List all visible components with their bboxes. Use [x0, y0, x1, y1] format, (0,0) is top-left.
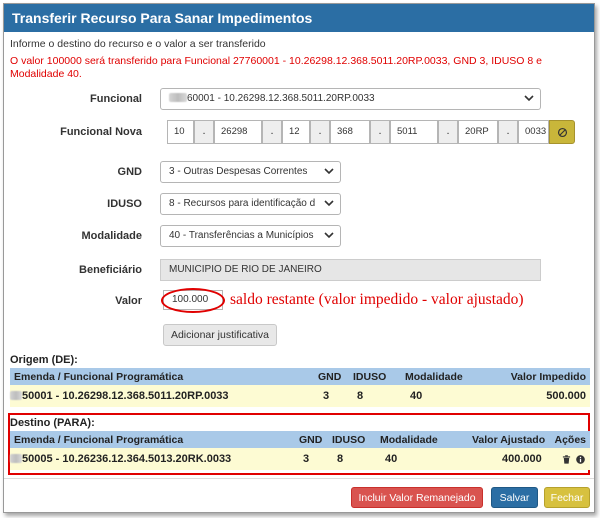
- segment-separator: .: [194, 120, 214, 144]
- col-valor-ajustado: Valor Ajustado: [472, 434, 546, 446]
- row-iduso: 8: [357, 390, 364, 402]
- iduso-select-value: 8 - Recursos para identificação d: [169, 198, 316, 209]
- add-justification-button[interactable]: Adicionar justificativa: [163, 324, 277, 346]
- col-iduso: IDUSO: [332, 434, 366, 446]
- add-remanejado-button[interactable]: Incluir Valor Remanejado: [351, 487, 483, 508]
- col-gnd: GND: [299, 434, 323, 446]
- funcional-nova-segment-6[interactable]: 20RP: [458, 120, 498, 144]
- funcional-nova-segment-2[interactable]: 26298: [214, 120, 262, 144]
- col-acoes: Ações: [554, 434, 586, 446]
- beneficiario-field: MUNICIPIO DE RIO DE JANEIRO: [160, 259, 541, 281]
- table-row: 50005 - 10.26236.12.364.5013.20RK.0033 3…: [10, 448, 590, 470]
- funcional-select[interactable]: 60001 - 10.26298.12.368.5011.20RP.0033: [160, 88, 541, 110]
- segment-separator: .: [262, 120, 282, 144]
- row-modalidade: 40: [410, 390, 423, 402]
- row-emenda: 50001 - 10.26298.12.368.5011.20RP.0033: [10, 390, 229, 402]
- modalidade-select[interactable]: 40 - Transferências a Municípios: [160, 225, 341, 247]
- row-gnd: 3: [323, 390, 330, 402]
- row-emenda: 50005 - 10.26236.12.364.5013.20RK.0033: [10, 453, 231, 465]
- footer-divider: [4, 478, 594, 479]
- row-iduso: 8: [337, 453, 344, 465]
- intro-text: Informe o destino do recurso e o valor a…: [10, 38, 266, 50]
- gnd-select-value: 3 - Outras Despesas Correntes: [169, 166, 308, 177]
- row-valor-ajustado: 400.000: [502, 453, 542, 465]
- save-button[interactable]: Salvar: [491, 487, 538, 508]
- redacted-code: [10, 454, 22, 463]
- funcional-nova-label: Funcional Nova: [60, 126, 142, 138]
- col-modalidade: Modalidade: [405, 371, 463, 383]
- gnd-select[interactable]: 3 - Outras Despesas Correntes: [160, 161, 341, 183]
- funcional-label: Funcional: [90, 93, 142, 105]
- iduso-label: IDUSO: [107, 198, 142, 210]
- highlight-ellipse: [161, 288, 225, 313]
- warning-message: O valor 100000 será transferido para Fun…: [10, 55, 542, 80]
- segment-separator: .: [438, 120, 458, 144]
- gnd-label: GND: [117, 166, 142, 178]
- funcional-nova-segment-3[interactable]: 12: [282, 120, 310, 144]
- annotation-text: saldo restante (valor impedido - valor a…: [230, 291, 524, 308]
- chevron-down-icon: [524, 95, 534, 102]
- origem-section-title: Origem (DE):: [10, 354, 78, 366]
- redacted-code: [10, 391, 22, 400]
- chevron-down-icon: [324, 232, 334, 239]
- dialog-title: Transferir Recurso Para Sanar Impediment…: [4, 4, 594, 32]
- col-modalidade: Modalidade: [380, 434, 438, 446]
- modalidade-select-value: 40 - Transferências a Municípios: [169, 230, 314, 241]
- col-emenda: Emenda / Funcional Programática: [14, 371, 184, 383]
- destino-section-title: Destino (PARA):: [10, 417, 95, 429]
- iduso-select[interactable]: 8 - Recursos para identificação d: [160, 193, 341, 215]
- segment-separator: .: [370, 120, 390, 144]
- funcional-select-value: 60001 - 10.26298.12.368.5011.20RP.0033: [187, 93, 375, 104]
- row-modalidade: 40: [385, 453, 398, 465]
- chevron-down-icon: [324, 198, 334, 208]
- row-valor-impedido: 500.000: [546, 390, 586, 402]
- col-iduso: IDUSO: [353, 371, 387, 383]
- info-icon[interactable]: [576, 455, 585, 464]
- redacted-code: [169, 93, 187, 102]
- transfer-dialog: Transferir Recurso Para Sanar Impediment…: [3, 3, 595, 513]
- col-emenda: Emenda / Funcional Programática: [14, 434, 184, 446]
- clear-icon: [557, 127, 568, 138]
- origem-table-header: Emenda / Funcional Programática GND IDUS…: [10, 368, 590, 385]
- funcional-nova-segment-5[interactable]: 5011: [390, 120, 438, 144]
- segment-separator: .: [310, 120, 330, 144]
- beneficiario-label: Beneficiário: [79, 264, 142, 276]
- funcional-nova-segment-4[interactable]: 368: [330, 120, 370, 144]
- destino-table-header: Emenda / Funcional Programática GND IDUS…: [10, 431, 590, 448]
- chevron-down-icon: [324, 168, 334, 175]
- funcional-nova-segment-1[interactable]: 10: [167, 120, 194, 144]
- trash-icon[interactable]: [562, 455, 571, 464]
- row-gnd: 3: [303, 453, 310, 465]
- clear-funcional-button[interactable]: [549, 120, 575, 144]
- close-button[interactable]: Fechar: [544, 487, 590, 508]
- modalidade-label: Modalidade: [81, 230, 142, 242]
- col-gnd: GND: [318, 371, 342, 383]
- segment-separator: .: [498, 120, 518, 144]
- col-valor-impedido: Valor Impedido: [510, 371, 586, 383]
- funcional-nova-segment-7[interactable]: 0033: [518, 120, 549, 144]
- valor-label: Valor: [115, 295, 142, 307]
- table-row: 50001 - 10.26298.12.368.5011.20RP.0033 3…: [10, 385, 590, 407]
